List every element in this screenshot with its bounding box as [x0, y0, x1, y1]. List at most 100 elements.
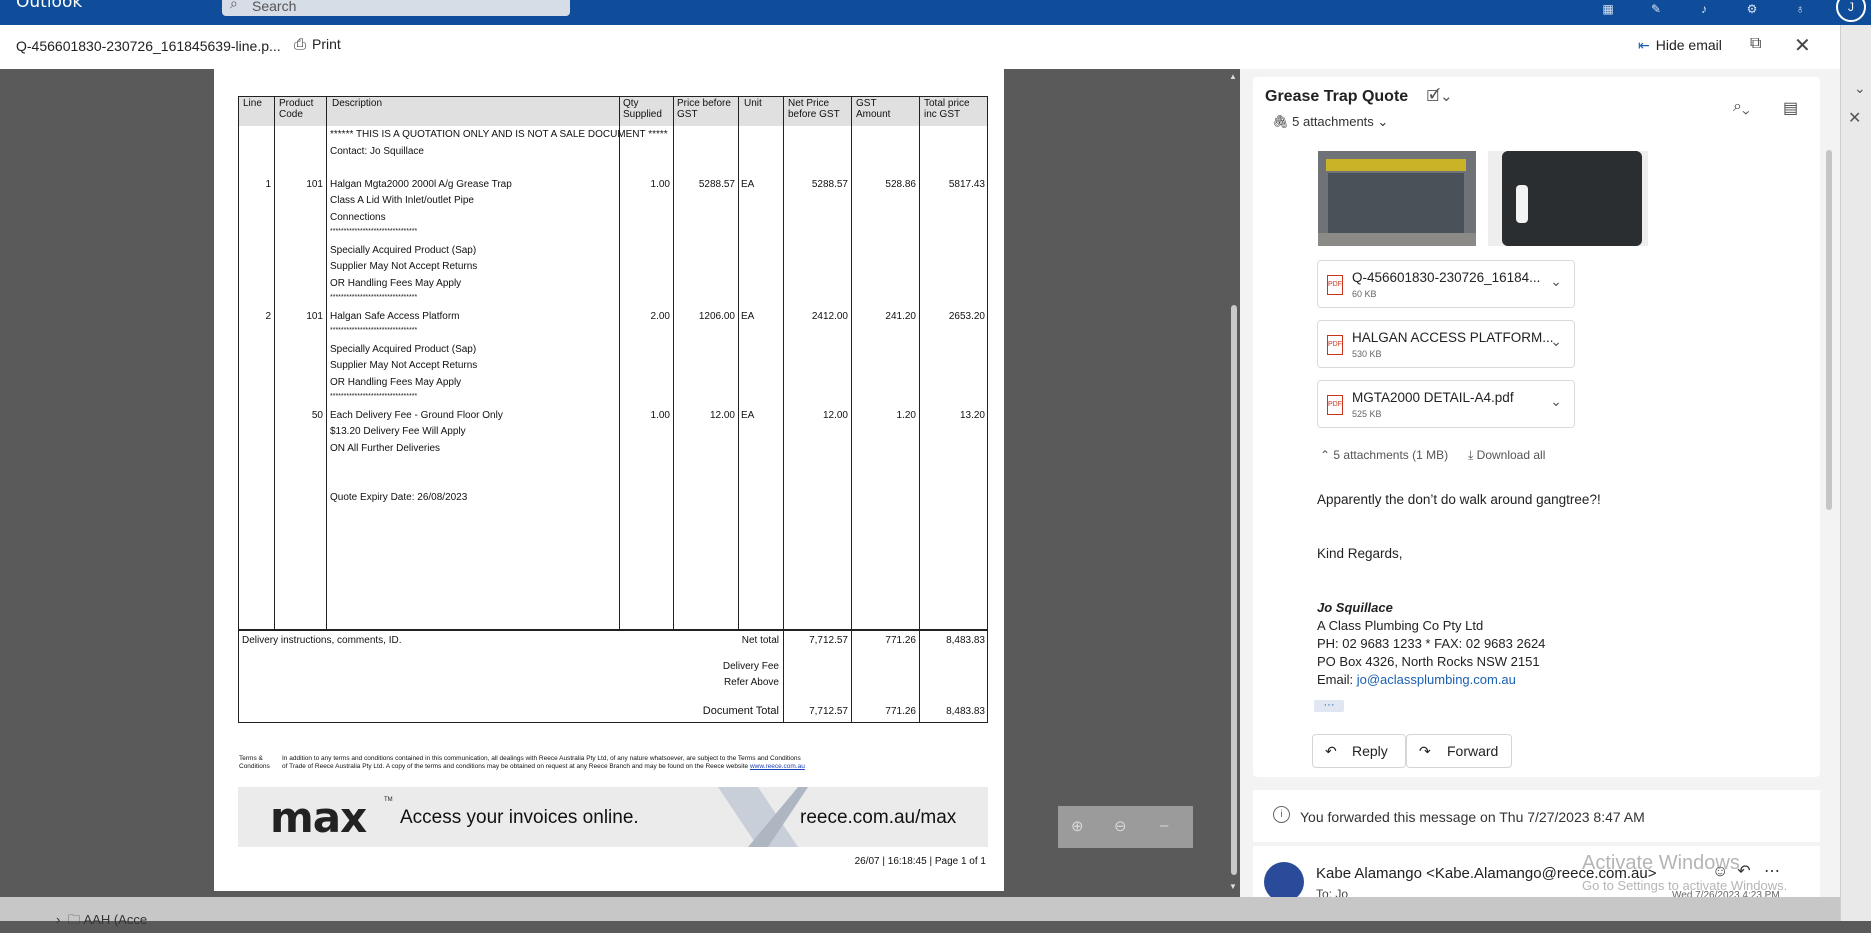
hide-panel-icon: ⇤ — [1638, 37, 1650, 53]
download-all-button[interactable]: ⤓ Download all — [1468, 448, 1545, 463]
cell-line: 1 — [265, 179, 271, 190]
max-banner[interactable]: max TM Access your invoices online. reec… — [238, 787, 988, 847]
hide-email-button[interactable]: ⇤ Hide email — [1638, 37, 1722, 54]
desc-line: ****** THIS IS A QUOTATION ONLY AND IS N… — [330, 129, 668, 140]
desc-line: Contact: Jo Squillace — [330, 146, 424, 157]
attachment-item[interactable]: PDF HALGAN ACCESS PLATFORM... 530 KB ⌄ — [1317, 320, 1575, 368]
pdf-scroll-thumb[interactable] — [1231, 305, 1237, 875]
cell-unit: EA — [741, 179, 755, 190]
zoom-in-icon[interactable]: ⊕ — [1071, 817, 1084, 835]
attachment-item[interactable]: PDF MGTA2000 DETAIL-A4.pdf 525 KB ⌄ — [1317, 380, 1575, 428]
teams-icon[interactable]: ▦ — [1598, 2, 1618, 18]
col-header-unit: Unit — [744, 98, 762, 109]
col-header-product-code: Product Code — [279, 98, 314, 120]
email-scroll-thumb[interactable] — [1826, 150, 1832, 510]
cell-qty: 1.00 — [650, 179, 670, 190]
attachment-size: 60 KB — [1352, 289, 1377, 299]
attachments-toggle[interactable]: 🖇 5 attachments ⌄ — [1272, 114, 1388, 130]
chevron-down-icon[interactable]: ⌄ — [1550, 333, 1562, 350]
desc-line: Halgan Mgta2000 2000l A/g Grease Trap — [330, 179, 512, 190]
lightbulb-icon[interactable]: ♁ — [1790, 2, 1810, 18]
col-border — [673, 96, 674, 629]
gear-icon[interactable]: ⚙ — [1742, 2, 1762, 18]
cell-price: 5288.57 — [698, 179, 735, 190]
reply-button[interactable]: ↶ Reply — [1312, 734, 1406, 768]
image-thumbnail[interactable] — [1488, 151, 1648, 246]
bell-icon[interactable]: ♪ — [1694, 2, 1714, 18]
desc-line: Connections — [330, 212, 386, 223]
col-header-price: Price before GST — [677, 98, 731, 120]
folder-item[interactable]: › 🗀 AAH (Acce — [56, 911, 147, 933]
banner-x-graphic — [718, 787, 808, 847]
pdf-icon: PDF — [1327, 395, 1343, 415]
col-border — [987, 96, 988, 723]
popout-icon[interactable]: ⧉ — [1750, 35, 1761, 53]
cell-price: 1206.00 — [698, 311, 735, 322]
notes-icon[interactable]: ✎ — [1646, 2, 1666, 18]
desc-line: Each Delivery Fee - Ground Floor Only — [330, 410, 503, 421]
pdf-page: Line Product Code Description Qty Suppli… — [214, 69, 1004, 891]
table-total-border — [238, 629, 988, 631]
desc-line: ******************************** — [330, 393, 418, 400]
zoom-controls: ⊕ ⊖ – — [1058, 806, 1193, 848]
net-total-gst: 771.26 — [885, 635, 916, 646]
collapse-attachments[interactable]: ⌃ 5 attachments (1 MB) — [1320, 448, 1448, 462]
print-label: Print — [312, 36, 341, 52]
cell-total: 13.20 — [959, 410, 985, 421]
banner-text: Access your invoices online. — [400, 807, 639, 828]
show-more-button[interactable]: ··· — [1314, 700, 1344, 712]
col-header-description: Description — [332, 98, 383, 109]
doc-total-gst: 771.26 — [885, 706, 916, 717]
col-border — [274, 96, 275, 629]
email-regards: Kind Regards, — [1317, 546, 1403, 561]
document-total-label: Document Total — [702, 705, 779, 717]
net-total-label: Net total — [741, 635, 779, 646]
attachment-name: HALGAN ACCESS PLATFORM... — [1352, 330, 1554, 345]
chevron-down-icon[interactable]: ⌄ — [1550, 393, 1562, 410]
signature-email-link[interactable]: jo@aclassplumbing.com.au — [1357, 672, 1516, 687]
col-header-line: Line — [243, 98, 262, 109]
page-footer: 26/07 | 16:18:45 | Page 1 of 1 — [854, 856, 986, 867]
cell-qty: 1.00 — [650, 410, 670, 421]
print-button[interactable]: ⎙ Print — [294, 36, 341, 53]
zoom-icon[interactable]: ⌕⌄ — [1733, 98, 1750, 116]
cell-total: 5817.43 — [948, 179, 985, 190]
reply-icon: ↶ — [1325, 743, 1337, 759]
info-icon: i — [1273, 806, 1290, 823]
terms-link[interactable]: www.reece.com.au — [750, 763, 805, 770]
delivery-fee-label: Delivery Fee — [722, 661, 779, 672]
table-bottom-border — [238, 722, 988, 723]
col-header-gst: GST Amount — [856, 98, 891, 120]
chevron-down-icon[interactable]: ⌄ — [1550, 273, 1562, 290]
close-icon[interactable]: ✕ — [1794, 33, 1811, 58]
image-thumbnail[interactable] — [1318, 151, 1476, 246]
cell-price: 12.00 — [709, 410, 735, 421]
immersive-reader-icon[interactable]: ▤ — [1783, 98, 1798, 118]
pdf-icon: PDF — [1327, 275, 1343, 295]
refer-above-label: Refer Above — [723, 677, 779, 688]
forward-notice-text: You forwarded this message on Thu 7/27/2… — [1300, 809, 1645, 825]
download-icon: ⤓ — [1468, 448, 1474, 462]
attachment-item[interactable]: PDF Q-456601830-230726_16184... 60 KB ⌄ — [1317, 260, 1575, 308]
scroll-down-icon[interactable]: ▼ — [1229, 882, 1237, 891]
zoom-out-icon[interactable]: ⊖ — [1114, 817, 1127, 835]
bottom-folder-strip — [0, 897, 1840, 921]
chevron-down-icon[interactable]: ⌄ — [1854, 80, 1866, 97]
net-total-value: 7,712.57 — [809, 635, 848, 646]
category-icon[interactable]: 🗹⌄ — [1427, 88, 1453, 105]
zoom-reset-icon[interactable]: – — [1160, 817, 1168, 834]
scroll-up-icon[interactable]: ▲ — [1229, 72, 1237, 81]
banner-url: reece.com.au/max — [800, 807, 957, 828]
forward-icon: ↷ — [1419, 743, 1431, 759]
signature-phone: PH: 02 9683 1233 * FAX: 02 9683 2624 — [1317, 636, 1546, 651]
doc-total-value: 7,712.57 — [809, 706, 848, 717]
search-input[interactable]: ⌕ Search — [222, 0, 570, 16]
download-all-label: Download all — [1476, 448, 1546, 462]
terms-text-2: of Trade of Reece Australia Pty Ltd. A c… — [282, 763, 749, 770]
close-icon[interactable]: ✕ — [1848, 108, 1861, 128]
forward-button[interactable]: ↷ Forward — [1406, 734, 1512, 768]
attachment-name: MGTA2000 DETAIL-A4.pdf — [1352, 390, 1514, 405]
col-header-total: Total price inc GST — [924, 98, 970, 120]
reply-label: Reply — [1352, 743, 1388, 759]
grease-trap-photo — [1318, 151, 1476, 246]
